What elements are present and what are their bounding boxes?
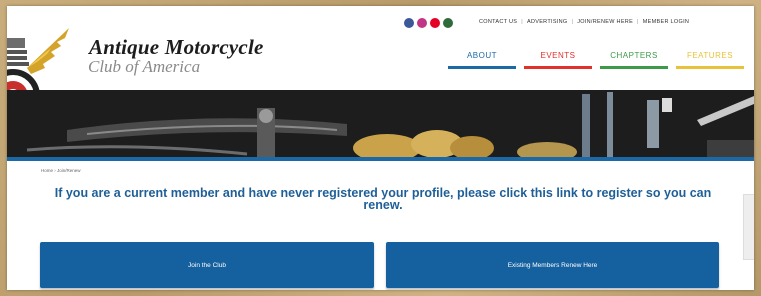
renew-membership-button[interactable]: Existing Members Renew Here — [386, 242, 719, 288]
nav-about[interactable]: ABOUT — [444, 51, 520, 69]
pinterest-icon[interactable] — [430, 18, 440, 28]
motorcycle-engine-image — [7, 90, 754, 160]
banner-divider — [7, 157, 754, 161]
nav-events-underline — [524, 66, 592, 69]
social-icons — [404, 18, 453, 28]
facebook-icon[interactable] — [404, 18, 414, 28]
separator: | — [521, 19, 523, 25]
side-scroll-tab[interactable] — [743, 194, 754, 260]
nav-chapters-label: CHAPTERS — [610, 51, 658, 60]
separator: | — [637, 19, 639, 25]
site-subtitle: Club of America — [88, 57, 201, 76]
renew-membership-button-label: Existing Members Renew Here — [507, 261, 598, 269]
hero-banner-image — [7, 90, 754, 160]
site-header: Antique Motorcycle Club of America CONTA… — [7, 6, 754, 123]
join-club-button-label: Join the Club — [188, 261, 226, 269]
breadcrumb[interactable]: Home › Join/Renew — [41, 168, 81, 173]
nav-about-underline — [448, 66, 516, 69]
join-renew-link[interactable]: JOIN/RENEW HERE — [577, 19, 633, 25]
nav-features-label: FEATURES — [686, 51, 734, 60]
member-login-link[interactable]: MEMBER LOGIN — [643, 19, 689, 25]
nav-chapters-underline — [600, 66, 668, 69]
nav-features-underline — [676, 66, 744, 69]
nav-about-label: ABOUT — [466, 51, 498, 60]
utility-links: CONTACT US | ADVERTISING | JOIN/RENEW HE… — [479, 19, 689, 25]
nav-chapters[interactable]: CHAPTERS — [596, 51, 672, 69]
other-social-icon[interactable] — [443, 18, 453, 28]
separator: | — [571, 19, 574, 25]
nav-events-label: EVENTS — [540, 51, 576, 60]
browser-page: Antique Motorcycle Club of America CONTA… — [7, 6, 754, 290]
advertising-link[interactable]: ADVERTISING — [527, 19, 567, 25]
nav-events[interactable]: EVENTS — [520, 51, 596, 69]
main-nav: ABOUT EVENTS CHAPTERS FEATURES — [444, 51, 748, 69]
instagram-icon[interactable] — [417, 18, 427, 28]
page-headline-link[interactable]: If you are a current member and have nev… — [53, 187, 713, 212]
nav-features[interactable]: FEATURES — [672, 51, 748, 69]
contact-us-link[interactable]: CONTACT US — [479, 19, 517, 25]
join-club-button[interactable]: Join the Club — [40, 242, 374, 288]
